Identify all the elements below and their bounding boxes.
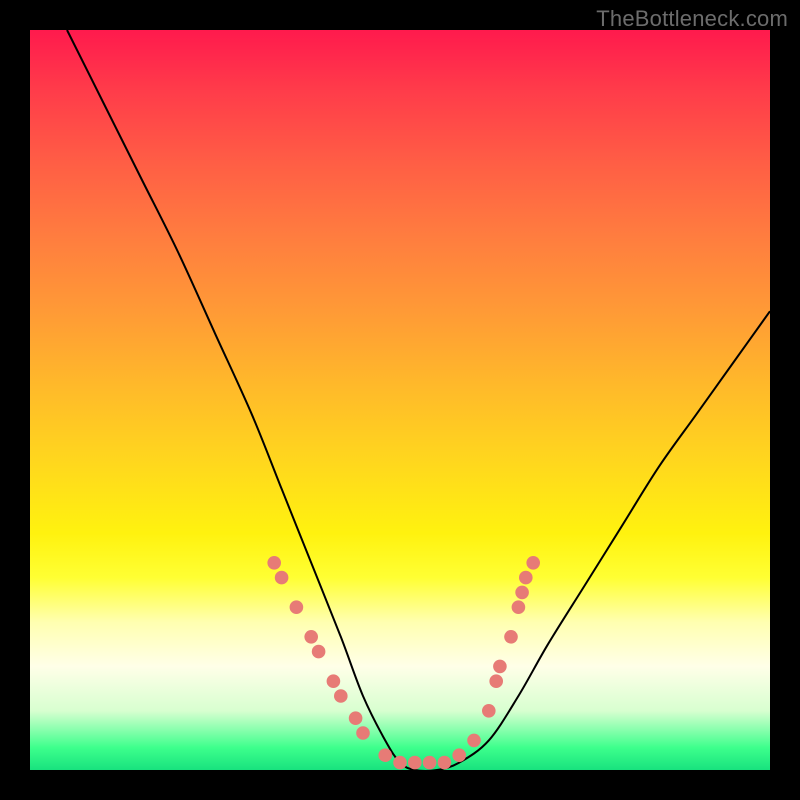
curve-markers [267,556,540,769]
marker-dot [512,600,526,614]
marker-dot [327,674,341,688]
marker-dot [515,586,529,600]
marker-dot [304,630,318,644]
marker-dot [275,571,289,585]
marker-dot [452,748,466,762]
marker-dot [349,711,363,725]
curve-layer [30,30,770,770]
marker-dot [312,645,326,659]
marker-dot [356,726,370,740]
marker-dot [423,756,437,770]
marker-dot [504,630,518,644]
chart-frame: TheBottleneck.com [0,0,800,800]
marker-dot [489,674,503,688]
marker-dot [334,689,348,703]
marker-dot [482,704,496,718]
marker-dot [519,571,533,585]
marker-dot [408,756,422,770]
marker-dot [438,756,452,770]
plot-area [30,30,770,770]
watermark-text: TheBottleneck.com [596,6,788,32]
marker-dot [267,556,281,570]
marker-dot [378,748,392,762]
marker-dot [493,660,507,674]
bottleneck-curve [67,30,770,771]
marker-dot [393,756,407,770]
marker-dot [290,600,304,614]
marker-dot [467,734,481,748]
marker-dot [526,556,540,570]
